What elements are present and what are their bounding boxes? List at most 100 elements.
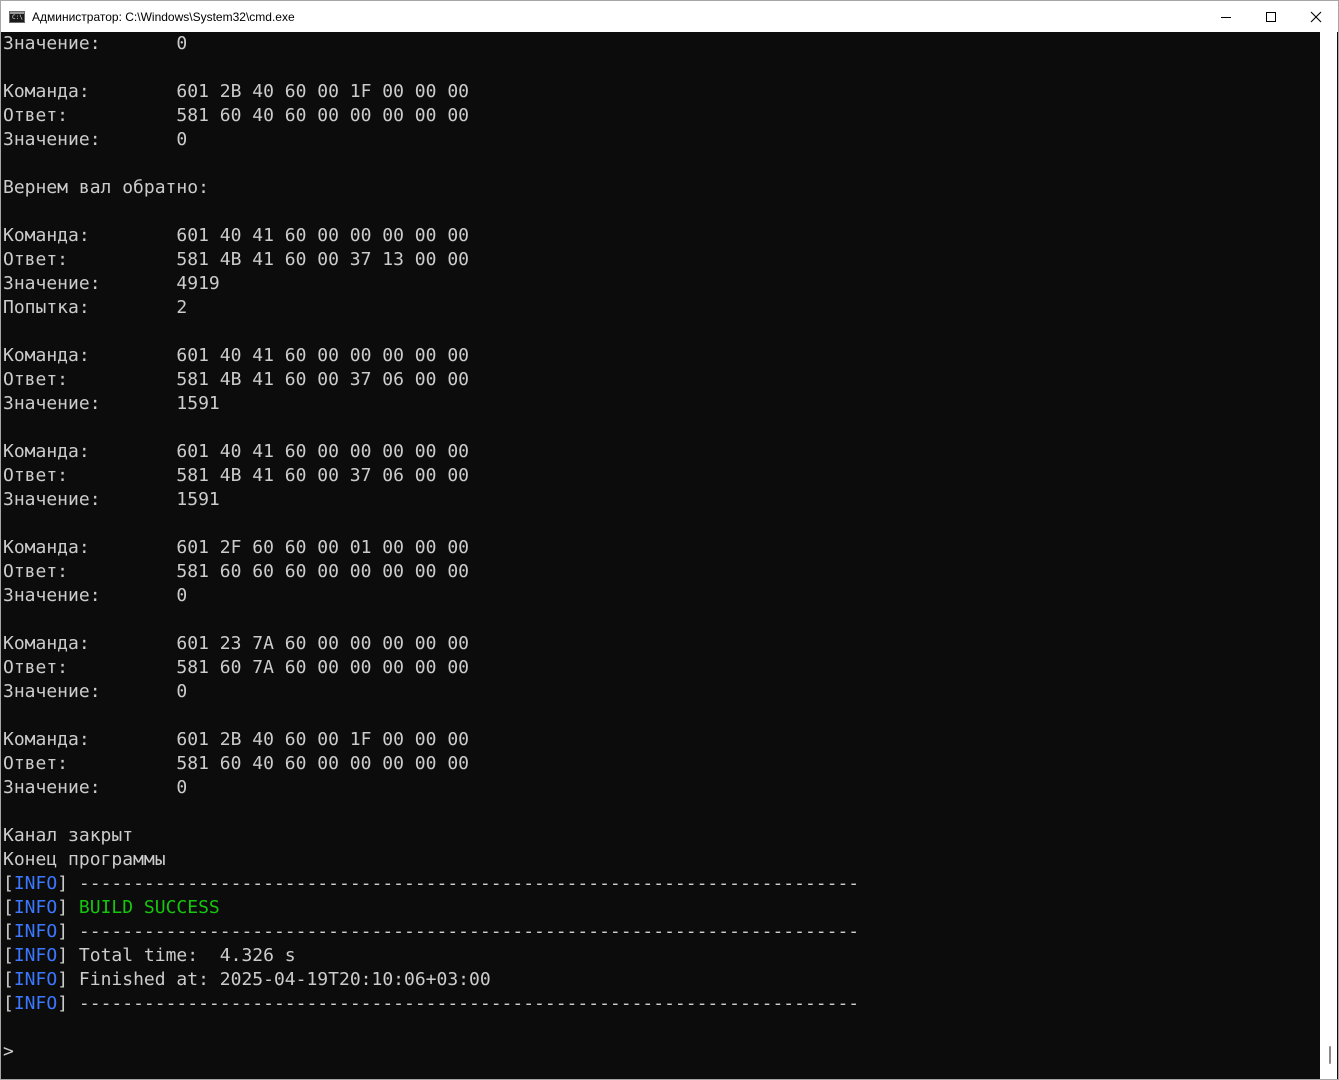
close-icon <box>1310 11 1321 22</box>
record-value: 581 60 40 60 00 00 00 00 00 <box>176 105 469 126</box>
record-label: Значение: <box>3 681 177 702</box>
record-value: 581 4B 41 60 00 37 13 00 00 <box>176 249 469 270</box>
record-value: 1591 <box>176 489 220 510</box>
log-bracket: [ <box>3 921 14 942</box>
console-record-line: Значение: 0 <box>3 128 859 152</box>
record-value: 601 40 41 60 00 00 00 00 00 <box>176 345 469 366</box>
record-label: Ответ: <box>3 105 177 126</box>
console-record-line: Команда: 601 2B 40 60 00 1F 00 00 00 <box>3 80 859 104</box>
record-label: Команда: <box>3 225 177 246</box>
log-bracket: ] <box>57 969 79 990</box>
maven-log-line: [INFO] BUILD SUCCESS <box>3 896 859 920</box>
record-label: Команда: <box>3 537 177 558</box>
log-tag: INFO <box>13 993 58 1014</box>
log-tag: INFO <box>13 897 58 918</box>
log-bracket: ] <box>57 873 79 894</box>
title-bar[interactable]: C:\ Администратор: C:\Windows\System32\c… <box>1 1 1338 32</box>
log-bracket: ] <box>57 993 79 1014</box>
record-value: 4919 <box>176 273 220 294</box>
app-icon-label: C:\ <box>12 13 23 21</box>
record-value: 601 40 41 60 00 00 00 00 00 <box>176 441 469 462</box>
command-prompt: > <box>3 1041 14 1062</box>
log-text: ----------------------------------------… <box>78 993 860 1014</box>
console-record-line: Команда: 601 40 41 60 00 00 00 00 00 <box>3 224 859 248</box>
log-bracket: ] <box>57 945 79 966</box>
scrollbar-thumb[interactable] <box>1329 1046 1331 1064</box>
maximize-icon <box>1265 11 1276 22</box>
log-text: Total time: 4.326 s <box>78 945 296 966</box>
log-tag: INFO <box>13 969 58 990</box>
record-value: 2 <box>176 297 188 318</box>
maven-log-line: [INFO] ---------------------------------… <box>3 920 859 944</box>
console-record-line: Ответ: 581 4B 41 60 00 37 06 00 00 <box>3 464 859 488</box>
record-label: Ответ: <box>3 465 177 486</box>
record-value: 0 <box>176 585 188 606</box>
record-value: 601 2B 40 60 00 1F 00 00 00 <box>176 81 469 102</box>
console-record-line: Значение: 0 <box>3 584 859 608</box>
log-bracket: [ <box>3 873 14 894</box>
record-value: 0 <box>176 681 188 702</box>
record-label: Команда: <box>3 81 177 102</box>
console-record-line: Ответ: 581 4B 41 60 00 37 13 00 00 <box>3 248 859 272</box>
console-record-line: Команда: 601 40 41 60 00 00 00 00 00 <box>3 440 859 464</box>
console-lines: Значение: 0 Команда: 601 2B 40 60 00 1F 0… <box>3 32 859 1064</box>
record-label: Команда: <box>3 633 177 654</box>
vertical-scrollbar[interactable] <box>1320 32 1337 1079</box>
record-label: Ответ: <box>3 561 177 582</box>
console-record-line: Ответ: 581 60 60 60 00 00 00 00 00 <box>3 560 859 584</box>
record-value: 581 60 40 60 00 00 00 00 00 <box>176 753 469 774</box>
maximize-button[interactable] <box>1248 1 1293 32</box>
console-record-line: Значение: 0 <box>3 32 859 56</box>
record-label: Значение: <box>3 393 177 414</box>
status-line: Конец программы <box>3 848 859 872</box>
log-bracket: ] <box>57 921 79 942</box>
console-record-line: Команда: 601 2B 40 60 00 1F 00 00 00 <box>3 728 859 752</box>
minimize-button[interactable] <box>1203 1 1248 32</box>
record-label: Ответ: <box>3 753 177 774</box>
console-record-line: Ответ: 581 4B 41 60 00 37 06 00 00 <box>3 368 859 392</box>
console-record-line: Ответ: 581 60 40 60 00 00 00 00 00 <box>3 104 859 128</box>
record-label: Значение: <box>3 273 177 294</box>
log-text: ----------------------------------------… <box>78 873 860 894</box>
record-value: 601 2B 40 60 00 1F 00 00 00 <box>176 729 469 750</box>
console-record-line: Значение: 0 <box>3 776 859 800</box>
record-value: 1591 <box>176 393 220 414</box>
record-label: Значение: <box>3 777 177 798</box>
record-value: 581 4B 41 60 00 37 06 00 00 <box>176 369 469 390</box>
log-tag: INFO <box>13 873 58 894</box>
record-label: Значение: <box>3 33 177 54</box>
console-text-line: Вернем вал обратно: <box>3 176 859 200</box>
cmd-window: C:\ Администратор: C:\Windows\System32\c… <box>0 0 1339 1080</box>
console-record-line: Значение: 1591 <box>3 488 859 512</box>
cmd-app-icon[interactable]: C:\ <box>9 10 25 23</box>
window-title: Администратор: C:\Windows\System32\cmd.e… <box>32 9 295 24</box>
record-label: Значение: <box>3 129 177 150</box>
record-value: 581 60 7A 60 00 00 00 00 00 <box>176 657 469 678</box>
record-value: 601 23 7A 60 00 00 00 00 00 <box>176 633 469 654</box>
console-record-line: Команда: 601 2F 60 60 00 01 00 00 00 <box>3 536 859 560</box>
console-record-line: Значение: 1591 <box>3 392 859 416</box>
status-line: Канал закрыт <box>3 824 859 848</box>
log-bracket: [ <box>3 993 14 1014</box>
log-bracket: [ <box>3 897 14 918</box>
log-tag: INFO <box>13 921 58 942</box>
record-label: Ответ: <box>3 657 177 678</box>
console-record-line: Команда: 601 40 41 60 00 00 00 00 00 <box>3 344 859 368</box>
record-label: Команда: <box>3 729 177 750</box>
log-bracket: ] <box>57 897 79 918</box>
log-text: Finished at: 2025-04-19T20:10:06+03:00 <box>78 969 491 990</box>
close-button[interactable] <box>1293 1 1338 32</box>
prompt-line: > <box>3 1040 859 1064</box>
console-record-line: Команда: 601 23 7A 60 00 00 00 00 00 <box>3 632 859 656</box>
record-value: 581 60 60 60 00 00 00 00 00 <box>176 561 469 582</box>
console-record-line: Значение: 0 <box>3 680 859 704</box>
record-label: Значение: <box>3 585 177 606</box>
console-output[interactable]: Значение: 0 Команда: 601 2B 40 60 00 1F 0… <box>2 32 1320 1079</box>
